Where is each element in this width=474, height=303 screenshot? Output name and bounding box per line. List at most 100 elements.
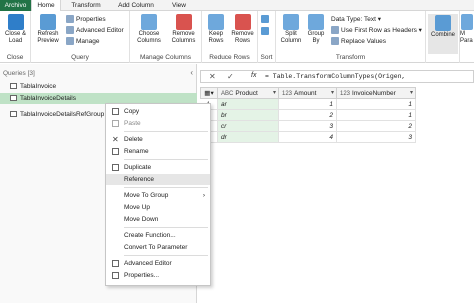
parameters-label: Para bbox=[460, 38, 473, 44]
menu-item-label: Create Function... bbox=[124, 232, 176, 239]
cell-amount[interactable]: 3 bbox=[279, 121, 337, 132]
advanced-editor-label: Advanced Editor bbox=[76, 27, 124, 34]
cell-amount[interactable]: 4 bbox=[279, 132, 337, 143]
tab-view[interactable]: View bbox=[164, 0, 194, 11]
data-type-dropdown[interactable]: Data Type: Text ▾ bbox=[331, 15, 381, 24]
cell-amount[interactable]: 2 bbox=[279, 110, 337, 121]
tab-archivo[interactable]: Archivo bbox=[0, 0, 31, 11]
group-by-label: Group By bbox=[307, 31, 325, 44]
duplicate-icon bbox=[112, 164, 119, 171]
combine-icon bbox=[435, 15, 451, 31]
menu-item-label: Properties... bbox=[124, 272, 160, 279]
menu-item-copy[interactable]: Copy bbox=[106, 106, 210, 117]
sort-group-label: Sort bbox=[260, 54, 273, 61]
remove-columns-button[interactable]: Remove Columns bbox=[167, 14, 200, 45]
filter-dropdown-icon[interactable]: ▾ bbox=[273, 88, 276, 99]
column-name: InvoiceNumber bbox=[352, 90, 396, 97]
sort-ascending-button[interactable] bbox=[261, 15, 271, 24]
tab-transform[interactable]: Transform bbox=[64, 0, 108, 11]
menu-separator bbox=[124, 255, 208, 256]
group-by-button[interactable]: Group By bbox=[305, 14, 327, 45]
menu-item-convert-to-parameter[interactable]: Convert To Parameter bbox=[106, 242, 210, 253]
table-icon bbox=[10, 111, 17, 117]
paste-icon bbox=[112, 120, 119, 127]
sort-descending-button[interactable] bbox=[261, 27, 271, 36]
cell-product[interactable]: ar bbox=[218, 99, 279, 110]
menu-item-rename[interactable]: Rename bbox=[106, 146, 210, 157]
menu-item-move-to-group[interactable]: Move To Group › bbox=[106, 190, 210, 201]
collapse-pane-icon[interactable]: ‹ bbox=[190, 68, 193, 77]
choose-columns-button[interactable]: Choose Columns bbox=[133, 14, 165, 45]
cell-product[interactable]: dr bbox=[218, 132, 279, 143]
properties-button[interactable]: Properties bbox=[66, 15, 106, 24]
menu-item-delete[interactable]: ✕ Delete bbox=[106, 134, 210, 145]
column-header-invoicenumber[interactable]: 123 InvoiceNumber ▾ bbox=[336, 87, 416, 99]
cell-product[interactable]: cr bbox=[218, 121, 279, 132]
manage-label: Manage bbox=[76, 38, 100, 45]
formula-input[interactable]: = Table.TransformColumnTypes(Origen, bbox=[265, 73, 405, 80]
filter-dropdown-icon[interactable]: ▾ bbox=[331, 88, 334, 99]
type-number-icon[interactable]: 123 bbox=[282, 91, 292, 97]
menu-item-label: Duplicate bbox=[124, 164, 152, 171]
advanced-editor-button[interactable]: Advanced Editor bbox=[66, 26, 124, 35]
replace-values-button[interactable]: Replace Values bbox=[331, 37, 386, 46]
filter-dropdown-icon[interactable]: ▾ bbox=[410, 88, 413, 99]
cell-invoicenumber[interactable]: 1 bbox=[337, 99, 416, 110]
tab-add-column[interactable]: Add Column bbox=[111, 0, 161, 11]
split-column-button[interactable]: Split Column bbox=[278, 14, 304, 45]
table-icon bbox=[10, 83, 17, 89]
menu-item-create-function[interactable]: Create Function... bbox=[106, 230, 210, 241]
close-group-label: Close bbox=[6, 54, 24, 61]
menu-item-reference[interactable]: Reference bbox=[106, 174, 210, 185]
menu-item-label: Move Down bbox=[124, 216, 159, 223]
advanced-editor-icon bbox=[112, 260, 119, 267]
menu-item-label: Move To Group bbox=[124, 192, 169, 199]
cell-invoicenumber[interactable]: 1 bbox=[337, 110, 416, 121]
chevron-right-icon: › bbox=[202, 192, 205, 199]
menu-item-paste[interactable]: Paste bbox=[106, 118, 210, 129]
ribbon: Close & Load Close Refresh Preview Prope… bbox=[0, 11, 474, 63]
column-name: Product bbox=[235, 90, 258, 97]
cell-amount[interactable]: 1 bbox=[279, 99, 337, 110]
menu-item-label: Convert To Parameter bbox=[124, 244, 188, 251]
advanced-editor-icon bbox=[66, 26, 74, 35]
commit-formula-icon[interactable]: ✓ bbox=[227, 72, 234, 81]
close-load-icon bbox=[7, 14, 24, 30]
cancel-formula-icon[interactable]: ✕ bbox=[209, 72, 216, 81]
copy-icon bbox=[112, 108, 119, 115]
column-header-product[interactable]: ABC Product ▾ bbox=[217, 87, 279, 99]
column-name: Amount bbox=[294, 90, 317, 97]
manage-button[interactable]: Manage bbox=[66, 37, 100, 46]
menu-item-label: Move Up bbox=[124, 204, 151, 211]
type-text-icon[interactable]: ABC bbox=[221, 91, 233, 97]
menu-item-label: Copy bbox=[124, 108, 140, 115]
query-item[interactable]: TablaInvoice bbox=[0, 81, 197, 92]
refresh-preview-button[interactable]: Refresh Preview bbox=[33, 14, 63, 45]
column-header-amount[interactable]: 123 Amount ▾ bbox=[278, 87, 337, 99]
menu-item-properties[interactable]: Properties... bbox=[106, 270, 210, 281]
cell-invoicenumber[interactable]: 3 bbox=[337, 132, 416, 143]
menu-item-advanced-editor[interactable]: Advanced Editor bbox=[106, 258, 210, 269]
menu-item-move-down[interactable]: Move Down bbox=[106, 214, 210, 225]
combine-button[interactable]: Combine bbox=[428, 14, 458, 54]
close-load-button[interactable]: Close & Load bbox=[1, 14, 30, 45]
parameters-button[interactable]: M Para bbox=[460, 14, 474, 45]
cell-invoicenumber[interactable]: 2 bbox=[337, 121, 416, 132]
refresh-icon bbox=[40, 14, 56, 30]
table-menu-icon[interactable]: ▦▾ bbox=[200, 87, 218, 99]
type-number-icon[interactable]: 123 bbox=[340, 91, 350, 97]
menu-item-label: Paste bbox=[124, 120, 141, 127]
remove-rows-button[interactable]: Remove Rows bbox=[229, 14, 256, 45]
keep-rows-button[interactable]: Keep Rows bbox=[204, 14, 228, 45]
use-first-row-headers-button[interactable]: Use First Row as Headers ▾ bbox=[331, 26, 422, 35]
queries-title: Queries [3] bbox=[3, 70, 35, 77]
query-item-label: TablaInvoice bbox=[20, 83, 57, 90]
menu-item-move-up[interactable]: Move Up bbox=[106, 202, 210, 213]
close-load-label: Close & Load bbox=[4, 31, 26, 44]
refresh-preview-label: Refresh Preview bbox=[37, 31, 59, 44]
manage-columns-group: Choose Columns Remove Columns Manage Col… bbox=[130, 11, 202, 63]
cell-product[interactable]: br bbox=[218, 110, 279, 121]
menu-item-duplicate[interactable]: Duplicate bbox=[106, 162, 210, 173]
sort-ascending-icon bbox=[261, 15, 269, 24]
remove-columns-label: Remove Columns bbox=[171, 31, 196, 44]
